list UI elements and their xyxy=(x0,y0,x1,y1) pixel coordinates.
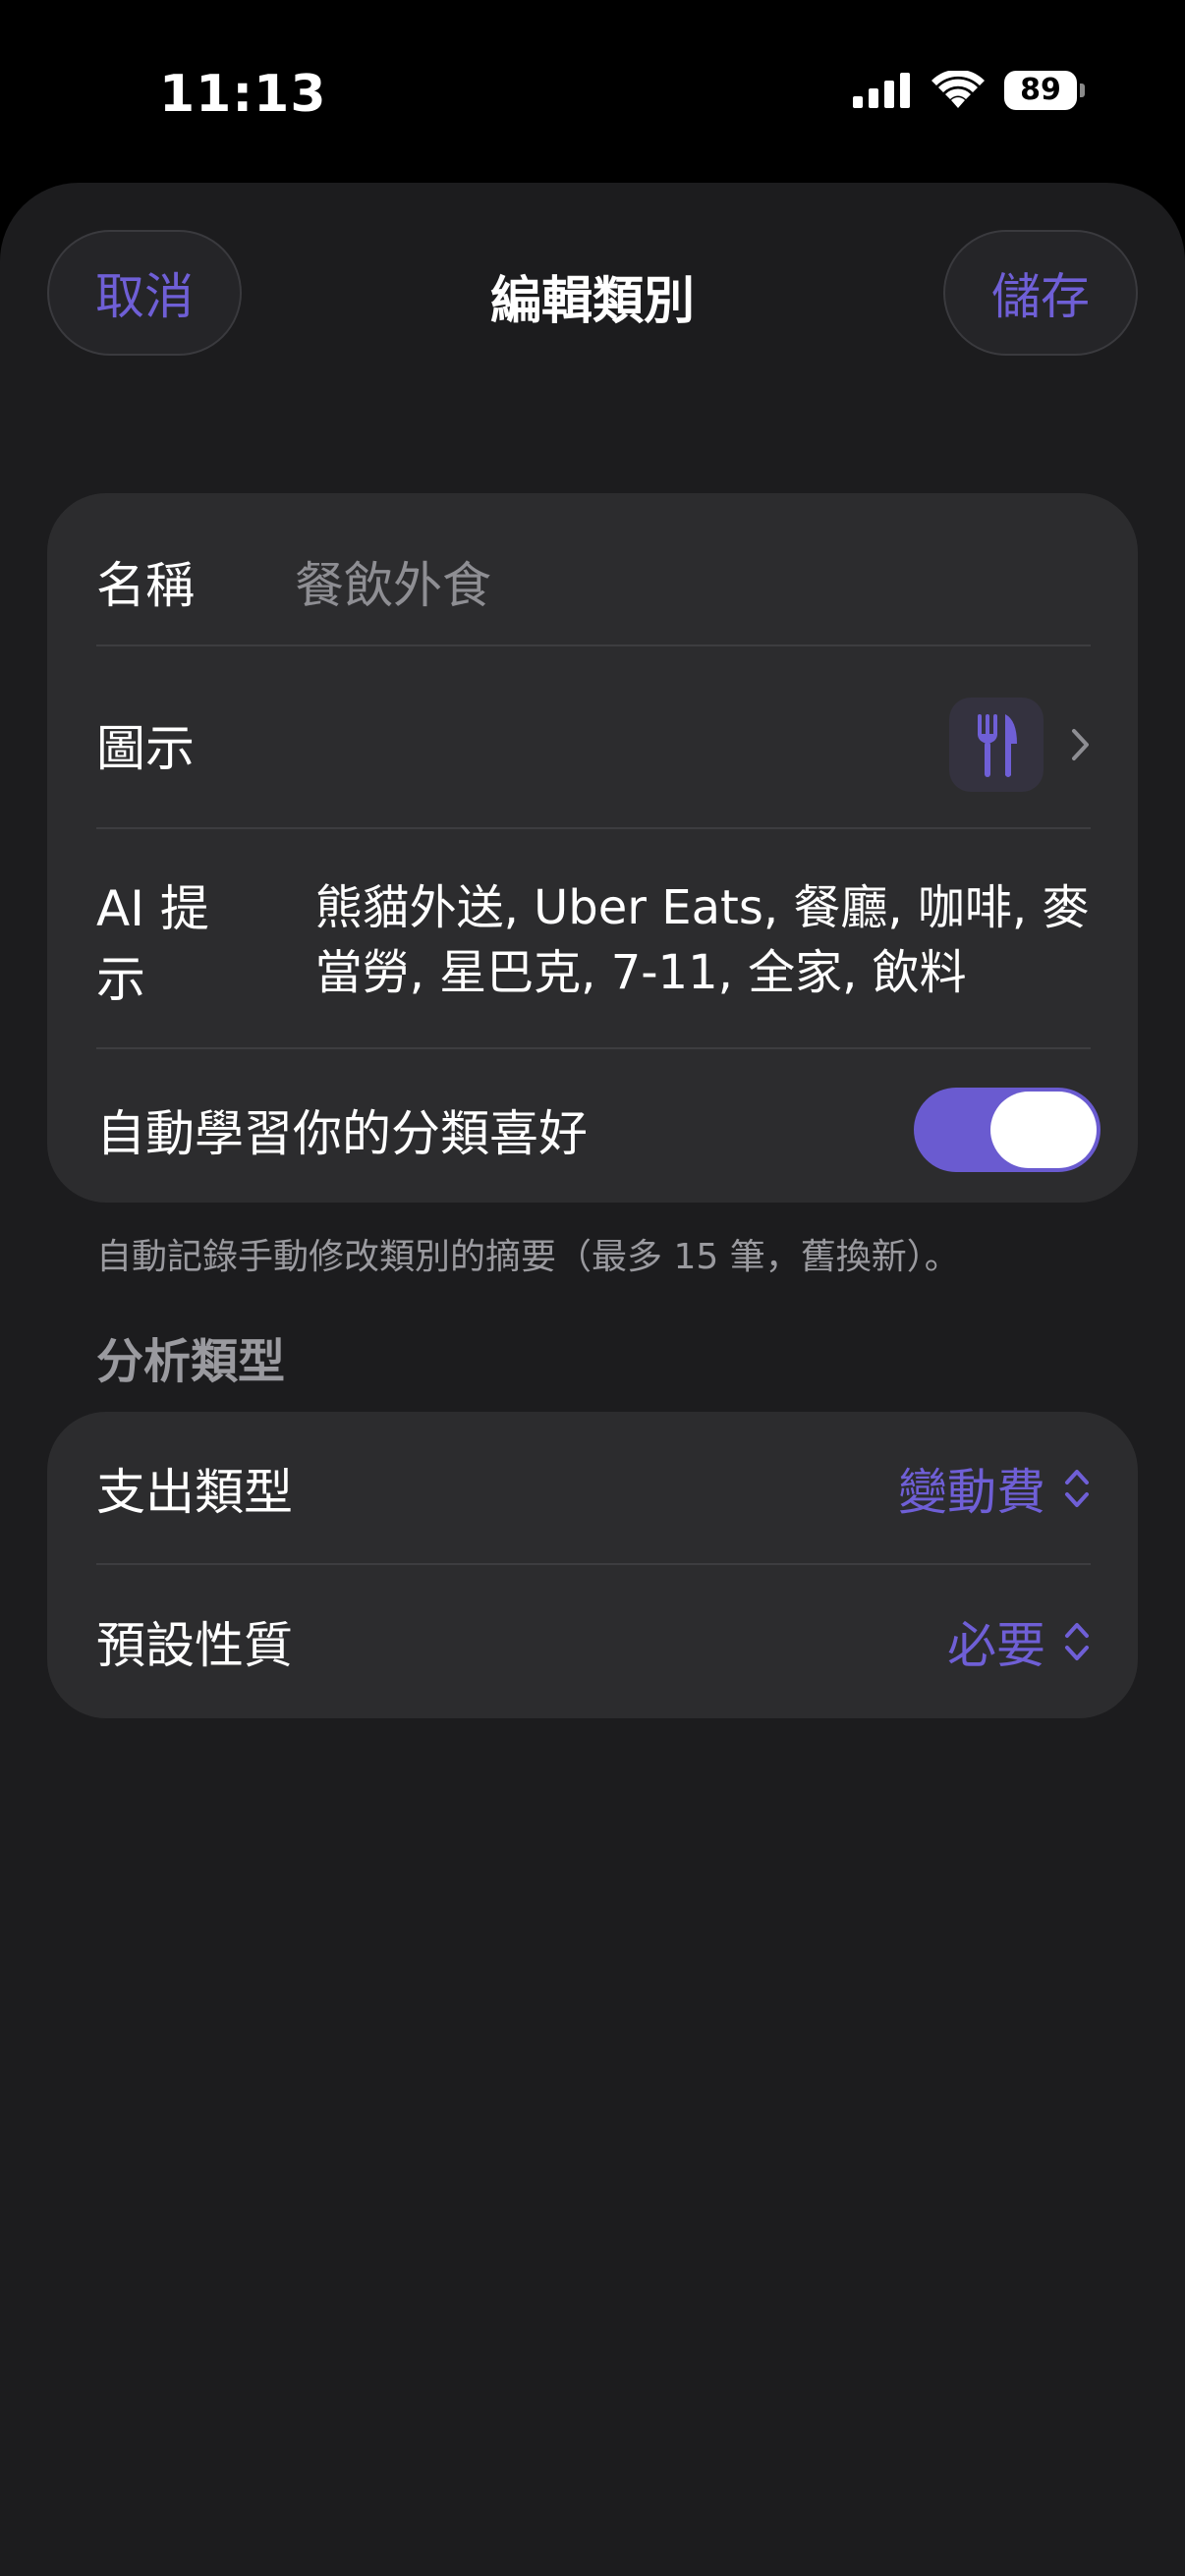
fork-knife-icon xyxy=(949,698,1044,792)
auto-learn-toggle[interactable] xyxy=(914,1088,1100,1172)
chevron-right-icon xyxy=(1072,729,1089,760)
status-icons: 89 xyxy=(853,71,1085,110)
wifi-icon xyxy=(931,71,985,108)
ai-hint-value[interactable]: 熊貓外送, Uber Eats, 餐廳, 咖啡, 麥當勞, 星巴克, 7-11,… xyxy=(315,875,1091,1005)
name-input[interactable]: 餐飲外食 xyxy=(295,546,491,617)
toggle-knob xyxy=(990,1092,1097,1168)
save-button[interactable]: 儲存 xyxy=(943,230,1138,356)
divider xyxy=(96,827,1091,829)
icon-row[interactable]: 圖示 xyxy=(96,686,1091,804)
default-nature-value: 必要 xyxy=(947,1617,1045,1674)
divider xyxy=(96,1047,1091,1049)
status-bar: 11:13 89 xyxy=(0,0,1185,187)
default-nature-label: 預設性質 xyxy=(96,1617,293,1674)
battery-icon: 89 xyxy=(1004,71,1085,110)
name-row[interactable]: 名稱 餐飲外食 xyxy=(96,532,1091,631)
default-nature-select[interactable]: 必要 xyxy=(947,1606,1091,1677)
default-nature-row[interactable]: 預設性質 必要 xyxy=(96,1593,1091,1691)
divider xyxy=(96,1563,1091,1565)
status-time: 11:13 xyxy=(159,65,327,124)
expense-type-label: 支出類型 xyxy=(96,1464,293,1521)
ai-hint-row[interactable]: AI 提示 熊貓外送, Uber Eats, 餐廳, 咖啡, 麥當勞, 星巴克,… xyxy=(96,867,1091,1014)
expense-type-select[interactable]: 變動費 xyxy=(898,1453,1091,1524)
icon-label: 圖示 xyxy=(96,720,195,777)
auto-learn-row: 自動學習你的分類喜好 xyxy=(96,1081,1100,1179)
auto-learn-label: 自動學習你的分類喜好 xyxy=(96,1105,588,1162)
name-label: 名稱 xyxy=(96,557,195,614)
icon-picker[interactable] xyxy=(949,698,1091,792)
divider xyxy=(96,644,1091,646)
expense-type-row[interactable]: 支出類型 變動費 xyxy=(96,1439,1091,1538)
analysis-group: 支出類型 變動費 預設性質 必要 xyxy=(47,1412,1138,1718)
ai-hint-label: AI 提示 xyxy=(96,880,209,1008)
cellular-signal-icon xyxy=(853,73,910,108)
expense-type-value: 變動費 xyxy=(898,1464,1045,1521)
chevron-up-down-icon xyxy=(1065,1623,1089,1660)
auto-learn-footnote: 自動記錄手動修改類別的摘要（最多 15 筆，舊換新）。 xyxy=(96,1237,960,1277)
section-title-analysis: 分析類型 xyxy=(96,1334,286,1389)
category-settings-group: 名稱 餐飲外食 圖示 AI 提示 熊貓外送, Uber Eats, 餐廳, 咖啡… xyxy=(47,493,1138,1203)
chevron-up-down-icon xyxy=(1065,1470,1089,1507)
